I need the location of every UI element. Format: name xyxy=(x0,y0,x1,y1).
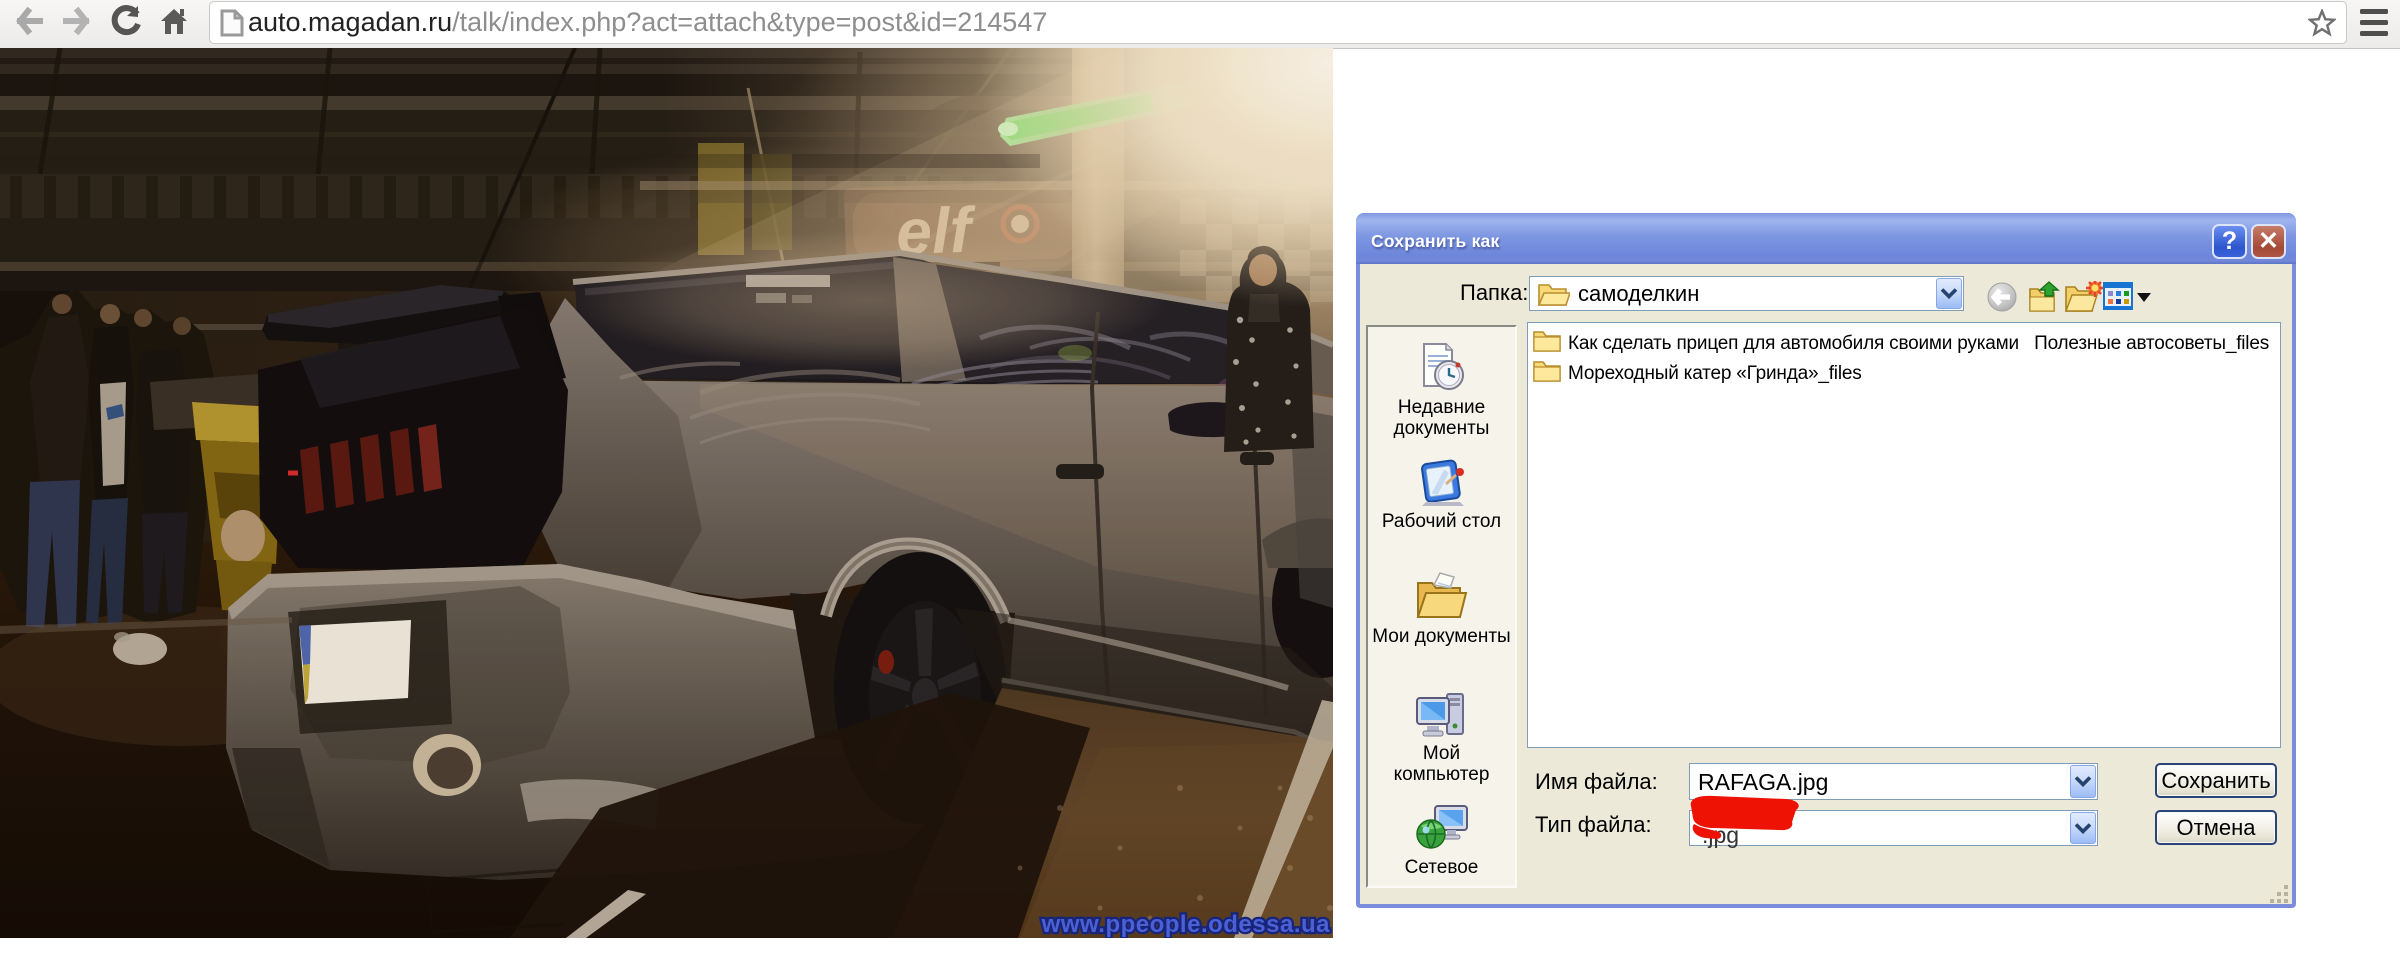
svg-text:www.ppeople.odessa.ua: www.ppeople.odessa.ua xyxy=(1041,911,1330,938)
